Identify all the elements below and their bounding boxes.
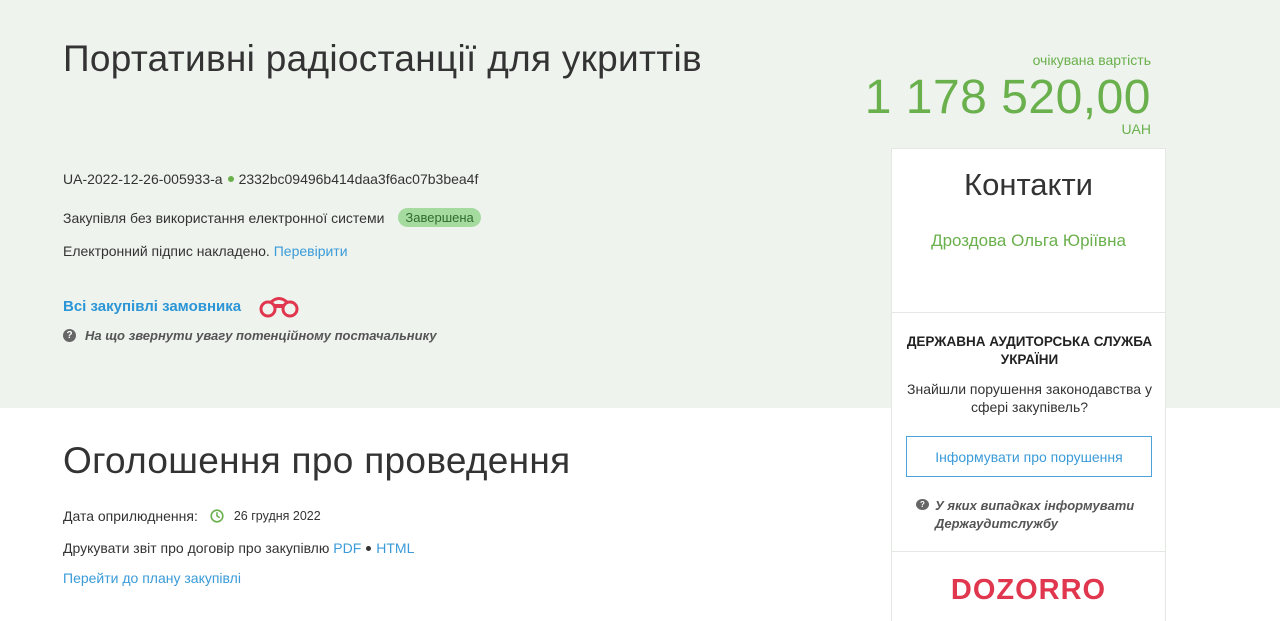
price-label: очікувана вартість <box>1032 52 1151 68</box>
divider <box>892 312 1165 313</box>
print-pdf-link[interactable]: PDF <box>333 540 361 556</box>
signature-text: Електронний підпис накладено. <box>63 243 270 259</box>
print-html-link[interactable]: HTML <box>376 540 414 556</box>
audit-service-text: Знайшли порушення законодавства у сфері … <box>907 381 1152 415</box>
contact-name: Дроздова Ольга Юріївна <box>931 231 1126 250</box>
question-icon: ? <box>916 499 929 510</box>
sidebar-panel: Контакти Дроздова Ольга Юріївна ДЕРЖАВНА… <box>891 148 1166 621</box>
print-report-label: Друкувати звіт про договір про закупівлю <box>63 540 330 556</box>
audit-hint-text: У яких випадках інформувати Держаудитслу… <box>935 498 1135 531</box>
dozorro-logo[interactable]: DOZORRO <box>892 574 1165 607</box>
question-icon: ? <box>63 329 76 342</box>
tender-title: Портативні радіостанції для укриттів <box>63 38 702 79</box>
all-purchases-link[interactable]: Всі закупівлі замовника <box>63 298 241 315</box>
supplier-hint[interactable]: ? На що звернути увагу потенційному пост… <box>63 328 437 343</box>
signature-row: Електронний підпис накладено. Перевірити <box>63 243 348 259</box>
publication-date-row: Дата оприлюднення: 26 грудня 2022 <box>63 508 321 524</box>
divider <box>892 551 1165 552</box>
announcement-title: Оголошення про проведення <box>63 440 571 481</box>
print-report-row: Друкувати звіт про договір про закупівлю… <box>63 540 414 556</box>
all-purchases-row: Всі закупівлі замовника <box>63 293 301 319</box>
supplier-hint-text: На що звернути увагу потенційному постач… <box>85 328 437 343</box>
procedure-type-row: Закупівля без використання електронної с… <box>63 208 481 227</box>
contacts-title: Контакти <box>964 167 1093 202</box>
verify-signature-link[interactable]: Перевірити <box>274 243 348 259</box>
procurement-plan-link[interactable]: Перейти до плану закупівлі <box>63 570 241 586</box>
publication-date-label: Дата оприлюднення: <box>63 508 198 524</box>
status-badge: Завершена <box>398 208 481 227</box>
procedure-type: Закупівля без використання електронної с… <box>63 209 385 226</box>
clock-icon <box>210 509 224 523</box>
tender-hash: 2332bc09496b414daa3f6ac07b3bea4f <box>238 171 479 187</box>
price-value: 1 178 520,00 <box>864 71 1151 124</box>
tender-id-row: UA-2022-12-26-005933-a 2332bc09496b414daa… <box>63 171 478 187</box>
price-currency: UAH <box>1121 121 1151 137</box>
dot-separator <box>366 545 372 551</box>
tender-id: UA-2022-12-26-005933-a <box>63 171 223 187</box>
report-violation-button[interactable]: Інформувати про порушення <box>906 436 1152 477</box>
publication-date: 26 грудня 2022 <box>233 509 321 523</box>
audit-service-title: ДЕРЖАВНА АУДИТОРСЬКА СЛУЖБА УКРАЇНИ <box>906 334 1153 367</box>
binoculars-icon[interactable] <box>257 293 301 319</box>
dot-separator <box>227 176 234 183</box>
audit-hint[interactable]: ? У яких випадках інформувати Держаудитс… <box>916 497 1156 533</box>
